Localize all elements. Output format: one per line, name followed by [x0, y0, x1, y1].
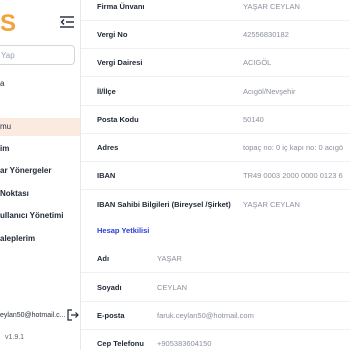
field-value: faruk.ceylan50@hotmail.com — [157, 311, 254, 320]
sidebar-item-requests[interactable]: aleplerim — [0, 230, 80, 248]
field-address: Adres topaç no: 0 iç kapı no: 0 acıgö — [81, 134, 350, 162]
field-value: 42556830182 — [243, 30, 289, 39]
field-value: TR49 0003 2000 0000 0123 6 — [243, 171, 343, 180]
field-label: Adı — [97, 254, 110, 263]
field-postal-code: Posta Kodu 50140 — [81, 106, 350, 134]
field-value: 50140 — [243, 115, 264, 124]
search-placeholder: Yap — [1, 51, 15, 60]
field-value: CEYLAN — [157, 283, 188, 292]
field-label: IBAN — [97, 171, 116, 180]
collapse-sidebar-icon[interactable] — [59, 14, 75, 30]
sidebar-item-point[interactable]: Noktası — [0, 185, 80, 203]
field-tax-number: Vergi No 42556830182 — [81, 21, 350, 49]
field-value: topaç no: 0 iç kapı no: 0 acıgö — [243, 143, 344, 152]
field-value: YAŞAR — [157, 254, 182, 263]
search-input[interactable]: Yap — [0, 45, 75, 65]
field-value: Acıgöl/Nevşehir — [243, 87, 296, 96]
sidebar-item-3[interactable]: im — [0, 140, 80, 158]
sidebar-item-user-management[interactable]: ullanıcı Yönetimi — [0, 207, 80, 225]
sidebar-item-active[interactable]: mu — [0, 118, 80, 136]
field-last-name: Soyadı CEYLAN — [81, 274, 350, 302]
field-iban: IBAN TR49 0003 2000 0000 0123 6 — [81, 162, 350, 190]
sidebar: S Yap a mu im ar Yönergeler Noktası ulla… — [0, 0, 81, 350]
field-label: İl/İlçe — [97, 87, 116, 96]
field-label: IBAN Sahibi Bilgileri (Bireysel /Şirket) — [97, 200, 231, 209]
field-value: ACIGÖL — [243, 58, 272, 67]
app: S Yap a mu im ar Yönergeler Noktası ulla… — [0, 0, 350, 350]
field-label: E-posta — [97, 311, 125, 320]
field-first-name: Adı YAŞAR — [81, 245, 350, 273]
app-version: v1.9.1 — [5, 334, 25, 341]
field-label: Cep Telefonu — [97, 339, 144, 348]
field-value: +905383604150 — [157, 339, 212, 348]
field-label: Posta Kodu — [97, 115, 139, 124]
field-label: Vergi Dairesi — [97, 58, 143, 67]
field-label: Adres — [97, 143, 119, 152]
sidebar-item-1[interactable]: a — [0, 75, 80, 93]
field-iban-owner: IBAN Sahibi Bilgileri (Bireysel /Şirket)… — [81, 191, 350, 219]
field-value: YAŞAR CEYLAN — [243, 200, 300, 209]
field-company-title: Firma Ünvanı YAŞAR CEYLAN — [81, 0, 350, 21]
field-label: Vergi No — [97, 30, 128, 39]
field-city-district: İl/İlçe Acıgöl/Nevşehir — [81, 78, 350, 106]
profile-details: Firma Ünvanı YAŞAR CEYLAN Vergi No 42556… — [81, 0, 350, 350]
field-tax-office: Vergi Dairesi ACIGÖL — [81, 49, 350, 77]
field-label: Firma Ünvanı — [97, 2, 145, 11]
logo: S — [0, 10, 17, 37]
user-email: eylan50@hotmail.c... — [0, 312, 66, 319]
logout-icon[interactable] — [67, 309, 79, 321]
field-value: YAŞAR CEYLAN — [243, 2, 300, 11]
field-email: E-posta faruk.ceylan50@hotmail.com — [81, 302, 350, 330]
field-label: Soyadı — [97, 283, 122, 292]
field-mobile-phone: Cep Telefonu +905383604150 — [81, 330, 350, 350]
section-title-account-holder: Hesap Yetkilisi — [97, 226, 150, 235]
sidebar-item-guidelines[interactable]: ar Yönergeler — [0, 162, 80, 180]
